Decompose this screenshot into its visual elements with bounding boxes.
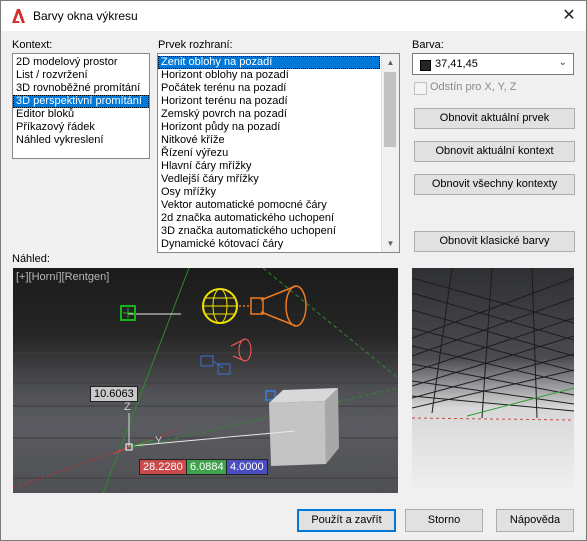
help-button[interactable]: Nápověda [496,509,574,532]
grid-preview [412,268,574,493]
list-item[interactable]: Dynamické kótovací čáry [158,238,380,251]
coord-x-box: 28.2280 [139,459,187,475]
context-list[interactable]: 2D modelový prostor List / rozvržení 3D ro… [12,53,150,159]
color-dropdown[interactable]: 37,41,45 ⌄ [412,53,574,75]
coord-z-box: 4.0000 [226,459,268,475]
gray-cube [269,388,339,466]
list-item[interactable]: Zemský povrch na pozadí [158,108,380,121]
title-bar: Barvy okna výkresu ✕ [1,1,586,31]
restore-all-contexts-button[interactable]: Obnovit všechny kontexty [414,174,575,195]
restore-current-context-button[interactable]: Obnovit aktuální kontext [414,141,575,162]
list-item[interactable]: Zenit oblohy na pozadí [158,56,380,69]
apply-close-button[interactable]: Použít a zavřít [297,509,396,532]
list-item[interactable]: Vektor automatické pomocné čáry [158,199,380,212]
window-title: Barvy okna výkresu [33,9,138,23]
small-light-icon [230,338,252,362]
restore-current-element-button[interactable]: Obnovit aktuální prvek [414,108,575,129]
scroll-thumb[interactable] [384,72,396,147]
preview-viewport: [+][Horní][Rentgen] Z Y 10.6063 28.2280 … [13,268,398,493]
interface-element-list[interactable]: Zenit oblohy na pozadí Horizont oblohy na… [157,53,400,253]
interface-element-scrollbar[interactable]: ▲ ▼ [381,54,399,252]
context-label: Kontext: [12,39,53,51]
list-item[interactable]: 2D modelový prostor [13,56,149,69]
dialog-window: Barvy okna výkresu ✕ Kontext: 2D modelov… [0,0,587,541]
interface-element-label: Prvek rozhraní: [158,39,233,51]
axis-z-label: Z [124,401,131,413]
tint-checkbox-label: Odstín pro X, Y, Z [430,81,517,93]
spotlight-icon [239,285,307,327]
list-item[interactable]: Náhled vykreslení [13,134,149,147]
axis-y-label: Y [155,435,163,447]
list-item[interactable]: Nitkové kříže [158,134,380,147]
coord-y-box: 6.0884 [186,459,228,475]
green-dashed-line [262,268,398,379]
list-item[interactable]: Osy mřížky [158,186,380,199]
color-swatch [420,60,431,71]
dimension-input: 10.6063 [90,386,138,402]
cancel-button[interactable]: Storno [405,509,483,532]
color-value: 37,41,45 [435,58,478,70]
color-label: Barva: [412,39,444,51]
list-item[interactable]: 3D rovnoběžné promítání [13,82,149,95]
blue-grip [265,390,276,401]
sun-icon [202,288,238,324]
autocad-app-icon [12,9,25,23]
list-item[interactable]: Horizont půdy na pozadí [158,121,380,134]
blue-light-icon [200,355,231,375]
scroll-up-icon[interactable]: ▲ [382,54,399,71]
list-item[interactable]: 2d značka automatického uchopení [158,212,380,225]
perspective-grid [412,268,574,421]
list-item[interactable]: Řízení výřezu [158,147,380,160]
restore-classic-colors-button[interactable]: Obnovit klasické barvy [414,231,575,252]
list-item[interactable]: Hlavní čáry mřížky [158,160,380,173]
tint-checkbox[interactable] [414,82,427,95]
preview-label: Náhled: [12,253,50,265]
scroll-down-icon[interactable]: ▼ [382,235,399,252]
list-item[interactable]: 3D perspektivní promítání [13,95,149,108]
list-item[interactable]: List / rozvržení [13,69,149,82]
list-item[interactable]: Počátek terénu na pozadí [158,82,380,95]
list-item[interactable]: Horizont terénu na pozadí [158,95,380,108]
list-item[interactable]: Editor bloků [13,108,149,121]
list-item[interactable]: Vedlejší čáry mřížky [158,173,380,186]
close-icon[interactable]: ✕ [558,5,580,27]
chevron-down-icon: ⌄ [558,57,567,68]
list-item[interactable]: Horizont oblohy na pozadí [158,69,380,82]
list-item[interactable]: Příkazový řádek [13,121,149,134]
list-item[interactable]: 3D značka automatického uchopení [158,225,380,238]
